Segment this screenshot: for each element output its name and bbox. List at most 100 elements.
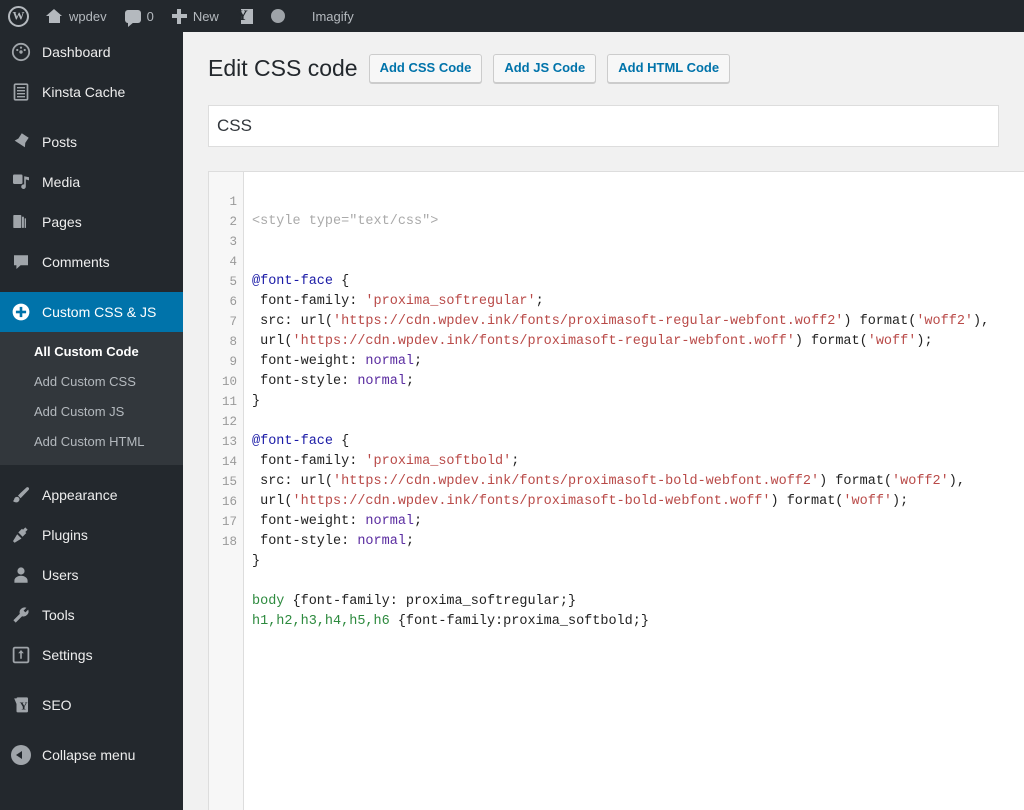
code-token: src: [252,474,301,489]
code-token: ) format( [795,334,868,349]
plugin-dot-button[interactable] [262,0,294,32]
page-title: Edit CSS code [208,54,358,83]
code-token: 'woff2' [916,314,973,329]
editor-code-line: } [245,552,1024,572]
sidebar-subitem-add-custom-html[interactable]: Add Custom HTML [0,427,183,457]
editor-code-line [245,572,1024,592]
pages-icon [11,212,31,232]
code-token: 'https://cdn.wpdev.ink/fonts/proximasoft… [293,494,771,509]
collapse-menu-button[interactable]: Collapse menu [0,735,183,775]
sidebar-item-users[interactable]: Users [0,555,183,595]
code-token: ; [414,354,422,369]
admin-bar: wpdev 0 New Y Imagify [0,0,1024,32]
editor-line-number: 18 [209,532,243,552]
comments-button[interactable]: 0 [116,0,163,32]
sidebar-subitem-add-custom-css[interactable]: Add Custom CSS [0,367,183,397]
code-token: url( [252,334,293,349]
editor-code-line: font-family: 'proxima_softbold'; [245,452,1024,472]
editor-line-number: 14 [209,452,243,472]
sidebar-item-settings[interactable]: Settings [0,635,183,675]
code-editor[interactable]: 0 123456789101112131415161718 <style typ… [208,171,1024,810]
editor-code-line: @font-face { [245,432,1024,452]
sidebar-item-label: Custom CSS & JS [42,305,156,319]
sidebar-item-posts[interactable]: Posts [0,122,183,162]
plug-icon [11,525,31,545]
sidebar-item-dashboard[interactable]: Dashboard [0,32,183,72]
sidebar-item-label: Pages [42,215,82,229]
code-token: 'https://cdn.wpdev.ink/fonts/proximasoft… [333,474,819,489]
editor-code-line: } [245,392,1024,412]
plus-circle-icon [11,302,31,322]
code-token: {font-family: proxima_softregular;} [284,594,576,609]
sidebar-item-appearance[interactable]: Appearance [0,475,183,515]
sidebar-item-label: Users [42,568,79,582]
brush-icon [11,485,31,505]
plugin-dot-icon [271,9,285,23]
sidebar-item-comments[interactable]: Comments [0,242,183,282]
sidebar-subitem-add-custom-js[interactable]: Add Custom JS [0,397,183,427]
editor-empty-area[interactable] [245,632,1024,810]
site-name-button[interactable]: wpdev [37,0,116,32]
yoast-seo-icon: Y [11,695,31,715]
editor-line-number: 9 [209,352,243,372]
add-js-code-button[interactable]: Add JS Code [493,54,596,83]
editor-code-line: h1,h2,h3,h4,h5,h6 {font-family:proxima_s… [245,612,1024,632]
sidebar-item-plugins[interactable]: Plugins [0,515,183,555]
code-token: ), [973,314,989,329]
add-css-code-button[interactable]: Add CSS Code [369,54,483,83]
code-token: } [252,554,260,569]
sidebar-item-label: Tools [42,608,75,622]
collapse-arrow-icon [11,745,31,765]
editor-line-number: 16 [209,492,243,512]
wordpress-logo-button[interactable] [0,0,37,32]
sidebar-subitem-all-custom-code[interactable]: All Custom Code [0,337,183,367]
sidebar-item-media[interactable]: Media [0,162,183,202]
editor-code-line: font-style: normal; [245,372,1024,392]
svg-text:Y: Y [20,701,28,713]
editor-line-number-gutter: 0 123456789101112131415161718 [209,172,244,810]
code-token: url( [301,314,333,329]
imagify-button[interactable]: Imagify [294,0,363,32]
sidebar-item-custom-css-js[interactable]: Custom CSS & JS [0,292,183,332]
sidebar-item-tools[interactable]: Tools [0,595,183,635]
editor-line-number: 11 [209,392,243,412]
code-token: font-weight: [252,514,365,529]
add-html-code-button[interactable]: Add HTML Code [607,54,730,83]
code-token: ) format( [819,474,892,489]
editor-line-number: 8 [209,332,243,352]
editor-code-area[interactable]: <style type="text/css"> @font-face { fon… [245,172,1024,810]
sidebar-item-label: Settings [42,648,93,662]
editor-code-line: body {font-family: proxima_softregular;} [245,592,1024,612]
editor-code-line: font-weight: normal; [245,512,1024,532]
admin-sidebar: Dashboard Kinsta Cache Posts Media Pages… [0,32,183,810]
sidebar-item-label: Dashboard [42,45,111,59]
code-token: { [333,434,349,449]
new-content-button[interactable]: New [163,0,228,32]
sidebar-item-pages[interactable]: Pages [0,202,183,242]
editor-code-line: url('https://cdn.wpdev.ink/fonts/proxima… [245,492,1024,512]
sidebar-submenu-custom-css-js: All Custom Code Add Custom CSS Add Custo… [0,332,183,465]
code-token: src: [252,314,301,329]
code-token: font-family: [252,294,365,309]
code-token: @font-face [252,434,333,449]
home-icon [46,9,63,24]
sidebar-item-kinsta-cache[interactable]: Kinsta Cache [0,72,183,112]
code-token: url( [252,494,293,509]
code-token: 'https://cdn.wpdev.ink/fonts/proximasoft… [333,314,843,329]
code-title-input[interactable] [208,105,999,147]
yoast-seo-button[interactable]: Y [228,0,262,32]
code-token: { [333,274,349,289]
yoast-seo-icon: Y [237,8,253,25]
code-token: ; [414,514,422,529]
code-token: @font-face [252,274,333,289]
code-token: ; [406,374,414,389]
sidebar-item-label: Kinsta Cache [42,85,125,99]
code-token: font-weight: [252,354,365,369]
code-token: 'https://cdn.wpdev.ink/fonts/proximasoft… [293,334,795,349]
code-token: font-family: [252,454,365,469]
code-token: {font-family:proxima_softbold;} [390,614,649,629]
editor-line-number: 12 [209,412,243,432]
editor-line-number: 5 [209,272,243,292]
code-token: 'proxima_softbold' [365,454,511,469]
sidebar-item-seo[interactable]: Y SEO [0,685,183,725]
